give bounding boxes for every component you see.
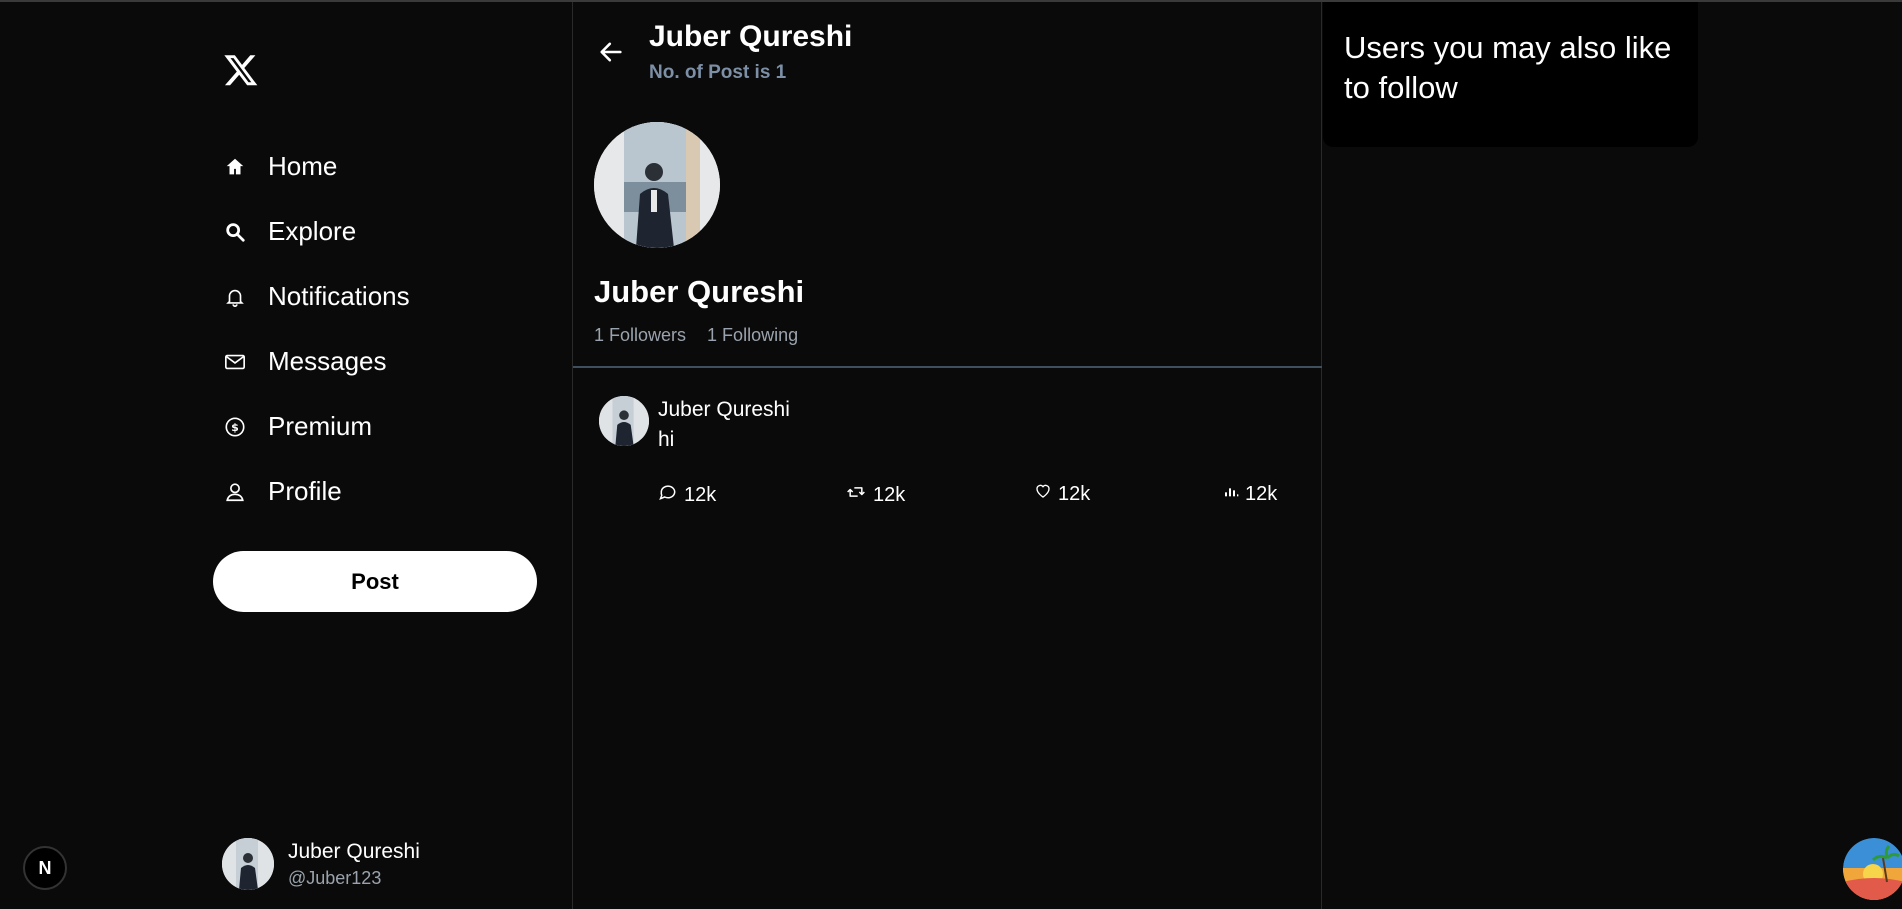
main-column: Juber Qureshi No. of Post is 1 Juber Qur… [573, 2, 1322, 909]
home-icon [222, 154, 248, 180]
heart-icon [1034, 482, 1058, 506]
bell-icon [222, 284, 248, 310]
views-button[interactable]: 12k [1223, 482, 1277, 506]
beach-sunset-icon[interactable] [1843, 838, 1902, 900]
account-handle: @Juber123 [288, 867, 382, 888]
profile-stats: 1 Followers 1 Following [594, 325, 814, 346]
nav-item-label: Notifications [268, 281, 410, 311]
avatar[interactable] [599, 396, 649, 446]
badge-letter: N [38, 857, 52, 878]
views-count: 12k [1245, 482, 1278, 505]
nav-item-label: Home [268, 151, 338, 181]
page-title: Juber Qureshi [649, 20, 853, 53]
nav-item-premium[interactable]: $ Premium [222, 394, 410, 459]
retweet-count: 12k [873, 483, 906, 506]
x-logo-icon[interactable] [222, 52, 262, 92]
mail-icon [222, 349, 248, 375]
left-sidebar: Home Explore Notifications Messages $ Pr… [0, 2, 573, 909]
post-item[interactable]: Juber Qureshi hi 12k 12k 12k 12k [573, 368, 1322, 518]
nav-item-messages[interactable]: Messages [222, 329, 410, 394]
search-icon [222, 219, 248, 245]
post-text: hi [658, 428, 675, 451]
panel-title: Users you may also like to follow [1344, 30, 1672, 105]
nav-item-label: Messages [268, 346, 387, 376]
nav-item-notifications[interactable]: Notifications [222, 264, 410, 329]
main-nav: Home Explore Notifications Messages $ Pr… [222, 134, 410, 524]
dollar-circle-icon: $ [222, 414, 248, 440]
back-arrow-icon[interactable] [597, 38, 625, 66]
post-button[interactable]: Post [213, 551, 537, 612]
nav-item-profile[interactable]: Profile [222, 459, 410, 524]
like-button[interactable]: 12k [1034, 482, 1090, 506]
nav-item-label: Premium [268, 411, 373, 441]
nav-item-label: Profile [268, 476, 342, 506]
reply-count: 12k [684, 483, 717, 506]
account-switcher[interactable]: Juber Qureshi @Juber123 [222, 838, 420, 890]
account-name: Juber Qureshi [288, 839, 420, 863]
profile-avatar[interactable] [594, 122, 720, 248]
followers-count[interactable]: 1 Followers [594, 325, 686, 345]
reply-button[interactable]: 12k [658, 482, 716, 508]
post-actions: 12k 12k 12k 12k [658, 482, 1277, 512]
following-count[interactable]: 1 Following [707, 325, 798, 345]
avatar [222, 838, 274, 890]
comment-icon [658, 482, 684, 508]
nav-item-home[interactable]: Home [222, 134, 410, 199]
nav-item-label: Explore [268, 216, 357, 246]
svg-text:$: $ [231, 421, 239, 434]
person-icon [222, 479, 248, 505]
retweet-button[interactable]: 12k [845, 482, 905, 508]
like-count: 12k [1058, 482, 1091, 505]
retweet-icon [845, 482, 873, 508]
profile-name: Juber Qureshi [594, 274, 805, 309]
profile-header: Juber Qureshi No. of Post is 1 [573, 2, 1322, 83]
who-to-follow-panel: Users you may also like to follow [1323, 2, 1698, 147]
post-author[interactable]: Juber Qureshi [658, 398, 790, 422]
views-icon [1223, 482, 1245, 506]
nav-item-explore[interactable]: Explore [222, 199, 410, 264]
dev-tools-badge[interactable]: N [23, 846, 67, 890]
post-count: No. of Post is 1 [649, 62, 787, 83]
